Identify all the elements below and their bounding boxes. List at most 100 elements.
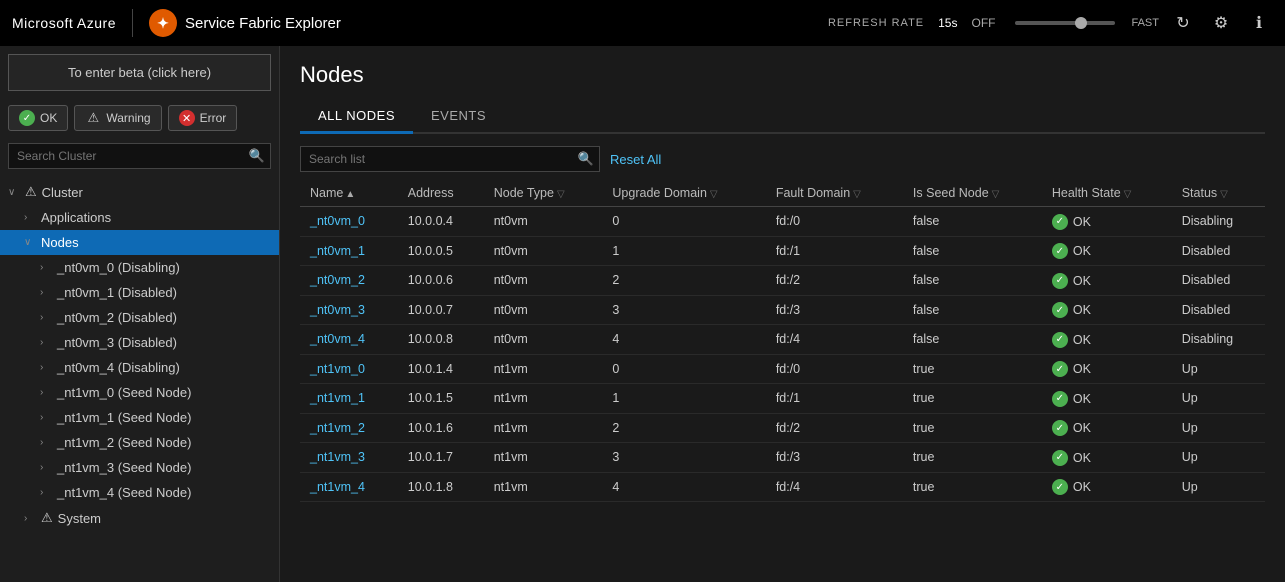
warning-filter-button[interactable]: ⚠ Warning — [74, 105, 161, 131]
info-button[interactable]: ℹ — [1245, 9, 1273, 37]
col-header-name[interactable]: Name▲ — [300, 180, 398, 207]
ok-circle-icon-0: ✓ — [1052, 214, 1068, 230]
node-link-4[interactable]: _nt0vm_4 — [310, 332, 365, 346]
col-header-fault-domain[interactable]: Fault Domain▽ — [766, 180, 903, 207]
node-link-9[interactable]: _nt1vm_4 — [310, 480, 365, 494]
cell-nodeType-5: nt1vm — [484, 354, 603, 384]
node-link-2[interactable]: _nt0vm_2 — [310, 273, 365, 287]
sidebar-item-12[interactable]: ›⚠System — [0, 505, 279, 531]
beta-button[interactable]: To enter beta (click here) — [8, 54, 271, 91]
cell-name-8[interactable]: _nt1vm_3 — [300, 443, 398, 473]
node-link-7[interactable]: _nt1vm_2 — [310, 421, 365, 435]
cell-healthState-8: ✓OK — [1042, 443, 1172, 473]
table-row: _nt1vm_210.0.1.6nt1vm2fd:/2true✓OKUp — [300, 413, 1265, 443]
cell-address-6: 10.0.1.5 — [398, 384, 484, 414]
filter-icon-2: ▽ — [557, 189, 565, 200]
col-header-address[interactable]: Address — [398, 180, 484, 207]
reset-all-button[interactable]: Reset All — [610, 152, 661, 167]
refresh-slider-thumb — [1075, 17, 1087, 29]
node-link-5[interactable]: _nt1vm_0 — [310, 362, 365, 376]
table-row: _nt1vm_110.0.1.5nt1vm1fd:/1true✓OKUp — [300, 384, 1265, 414]
cell-nodeType-0: nt0vm — [484, 207, 603, 237]
col-header-status[interactable]: Status▽ — [1172, 180, 1265, 207]
sidebar: To enter beta (click here) ✓ OK ⚠ Warnin… — [0, 46, 280, 582]
cell-name-1[interactable]: _nt0vm_1 — [300, 236, 398, 266]
col-header-upgrade-domain[interactable]: Upgrade Domain▽ — [602, 180, 765, 207]
cell-name-3[interactable]: _nt0vm_3 — [300, 295, 398, 325]
topbar-divider — [132, 9, 133, 37]
cell-name-2[interactable]: _nt0vm_2 — [300, 266, 398, 296]
ok-circle-icon-5: ✓ — [1052, 361, 1068, 377]
topbar: Microsoft Azure ✦ Service Fabric Explore… — [0, 0, 1285, 46]
sidebar-item-5[interactable]: ›_nt0vm_3 (Disabled) — [0, 330, 279, 355]
sidebar-item-8[interactable]: › _nt1vm_1 (Seed Node) — [0, 405, 279, 430]
cell-address-7: 10.0.1.6 — [398, 413, 484, 443]
table-row: _nt1vm_410.0.1.8nt1vm4fd:/4true✓OKUp — [300, 472, 1265, 502]
health-badge-9: ✓OK — [1052, 479, 1091, 495]
cell-upgradeDomain-6: 1 — [602, 384, 765, 414]
nav-label-2: _nt0vm_0 (Disabling) — [57, 260, 180, 275]
sidebar-item-10[interactable]: ›_nt1vm_3 (Seed Node) — [0, 455, 279, 480]
cell-faultDomain-8: fd:/3 — [766, 443, 903, 473]
node-link-1[interactable]: _nt0vm_1 — [310, 244, 365, 258]
ok-circle-icon-9: ✓ — [1052, 479, 1068, 495]
cell-name-4[interactable]: _nt0vm_4 — [300, 325, 398, 355]
cell-healthState-5: ✓OK — [1042, 354, 1172, 384]
nav-label-3: _nt0vm_1 (Disabled) — [57, 285, 177, 300]
cell-status-1: Disabled — [1172, 236, 1265, 266]
main-layout: To enter beta (click here) ✓ OK ⚠ Warnin… — [0, 46, 1285, 582]
node-link-8[interactable]: _nt1vm_3 — [310, 450, 365, 464]
ok-filter-button[interactable]: ✓ OK — [8, 105, 68, 131]
sidebar-item-11[interactable]: ›_nt1vm_4 (Seed Node) — [0, 480, 279, 505]
table-row: _nt0vm_110.0.0.5nt0vm1fd:/1false✓OKDisab… — [300, 236, 1265, 266]
nav-label-8: _nt1vm_1 (Seed Node) — [57, 410, 191, 425]
node-link-6[interactable]: _nt1vm_1 — [310, 391, 365, 405]
cluster-label: Cluster — [42, 185, 83, 200]
node-link-0[interactable]: _nt0vm_0 — [310, 214, 365, 228]
cell-upgradeDomain-4: 4 — [602, 325, 765, 355]
sidebar-item-9[interactable]: ›_nt1vm_2 (Seed Node) — [0, 430, 279, 455]
sidebar-item-0[interactable]: ›Applications — [0, 205, 279, 230]
node-link-3[interactable]: _nt0vm_3 — [310, 303, 365, 317]
sidebar-item-1[interactable]: ∨Nodes — [0, 230, 279, 255]
cluster-search-input[interactable] — [8, 143, 271, 169]
refresh-slider[interactable] — [1015, 21, 1115, 25]
table-search-input[interactable] — [300, 146, 600, 172]
sidebar-item-7[interactable]: ›_nt1vm_0 (Seed Node) — [0, 380, 279, 405]
cell-nodeType-4: nt0vm — [484, 325, 603, 355]
warning-label: Warning — [106, 111, 150, 125]
warning-icon: ⚠ — [85, 110, 101, 126]
error-filter-button[interactable]: ✕ Error — [168, 105, 238, 131]
cell-upgradeDomain-3: 3 — [602, 295, 765, 325]
sidebar-item-cluster[interactable]: ∨ ⚠ Cluster — [0, 179, 279, 205]
col-header-node-type[interactable]: Node Type▽ — [484, 180, 603, 207]
sidebar-item-3[interactable]: ›_nt0vm_1 (Disabled) — [0, 280, 279, 305]
filter-icon-3: ▽ — [710, 189, 718, 200]
sidebar-item-6[interactable]: ›_nt0vm_4 (Disabling) — [0, 355, 279, 380]
tab-events[interactable]: EVENTS — [413, 100, 504, 134]
tab-all-nodes[interactable]: ALL NODES — [300, 100, 413, 134]
cell-name-7[interactable]: _nt1vm_2 — [300, 413, 398, 443]
ok-circle-icon-3: ✓ — [1052, 302, 1068, 318]
cell-nodeType-8: nt1vm — [484, 443, 603, 473]
cell-name-9[interactable]: _nt1vm_4 — [300, 472, 398, 502]
nav-chevron-8: › — [40, 412, 52, 423]
cell-faultDomain-6: fd:/1 — [766, 384, 903, 414]
settings-button[interactable]: ⚙ — [1207, 9, 1235, 37]
filter-icon-5: ▽ — [992, 189, 1000, 200]
brand-label: Microsoft Azure — [12, 15, 116, 31]
cell-name-6[interactable]: _nt1vm_1 — [300, 384, 398, 414]
nav-label-0: Applications — [41, 210, 111, 225]
sidebar-item-4[interactable]: ›_nt0vm_2 (Disabled) — [0, 305, 279, 330]
cell-name-0[interactable]: _nt0vm_0 — [300, 207, 398, 237]
col-header-is-seed-node[interactable]: Is Seed Node▽ — [903, 180, 1042, 207]
sidebar-item-2[interactable]: ›_nt0vm_0 (Disabling) — [0, 255, 279, 280]
refresh-button[interactable]: ↻ — [1169, 9, 1197, 37]
status-filter-bar: ✓ OK ⚠ Warning ✕ Error — [0, 99, 279, 137]
cell-status-2: Disabled — [1172, 266, 1265, 296]
cell-name-5[interactable]: _nt1vm_0 — [300, 354, 398, 384]
cell-address-1: 10.0.0.5 — [398, 236, 484, 266]
ok-circle-icon-8: ✓ — [1052, 450, 1068, 466]
col-header-health-state[interactable]: Health State▽ — [1042, 180, 1172, 207]
health-badge-1: ✓OK — [1052, 243, 1091, 259]
